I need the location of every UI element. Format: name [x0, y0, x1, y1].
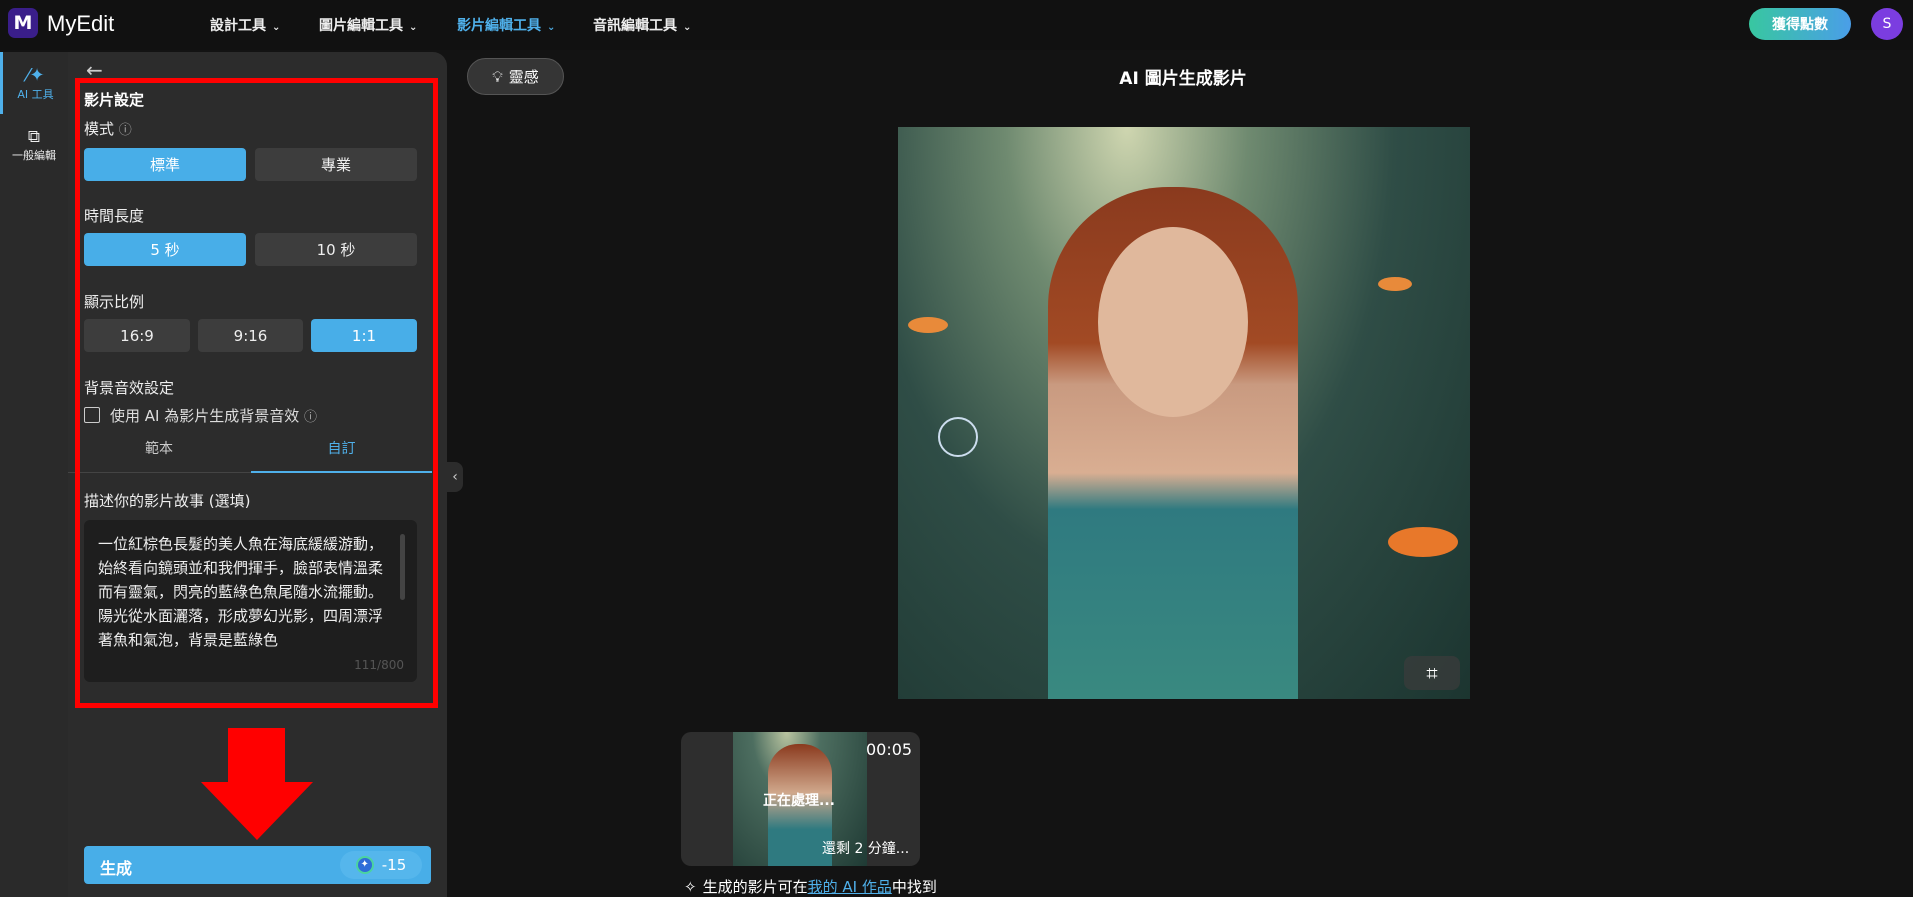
my-ai-works-link[interactable]: 我的 AI 作品 [808, 878, 892, 896]
footer-prefix: 生成的影片可在 [702, 878, 808, 896]
cost-badge: ✦ -15 [340, 851, 422, 879]
layers-icon: ⧉ [27, 127, 41, 147]
nav-label: 音訊編輯工具 [593, 18, 677, 34]
rail-label: AI 工具 [17, 87, 54, 101]
nav-photo-tools[interactable]: 圖片編輯工具 ⌄ [319, 15, 417, 35]
nav-label: 圖片編輯工具 [319, 18, 403, 34]
generate-label: 生成 [100, 859, 133, 878]
fish [908, 317, 948, 333]
nav-label: 設計工具 [210, 18, 266, 34]
job-remaining: 還剩 2 分鐘... [822, 841, 910, 857]
generate-button[interactable]: 生成 ✦ -15 [84, 846, 431, 884]
chevron-down-icon: ⌄ [683, 22, 692, 33]
nav-audio-tools[interactable]: 音訊編輯工具 ⌄ [593, 15, 691, 35]
avatar[interactable]: S [1871, 8, 1903, 40]
fish [1378, 277, 1412, 291]
footer-suffix: 中找到 [891, 878, 937, 896]
video-job-card[interactable]: 00:05 正在處理... 還剩 2 分鐘... [681, 732, 920, 866]
top-bar [0, 0, 1913, 50]
sparkle-icon: ✧ [684, 878, 697, 896]
rail-label: 一般編輯 [12, 149, 56, 162]
cost-value: -15 [381, 856, 407, 874]
myedit-logo[interactable]: M [8, 8, 38, 38]
job-status: 正在處理... [763, 793, 835, 809]
subject-face [1098, 227, 1248, 417]
source-image [898, 127, 1470, 699]
rail-item-general-edit[interactable]: ⧉ 一般編輯 [0, 114, 68, 176]
inspiration-label: 靈感 [508, 68, 539, 86]
chevron-down-icon: ⌄ [409, 22, 418, 33]
bubble [938, 417, 978, 457]
chevron-down-icon: ⌄ [272, 22, 281, 33]
brand-name[interactable]: MyEdit [47, 11, 114, 37]
footer-note: ✧ 生成的影片可在我的 AI 作品中找到 [684, 876, 937, 897]
annotation-highlight-box [75, 78, 438, 708]
chevron-down-icon: ⌄ [547, 22, 556, 33]
magic-wand-icon: ⁄✦ [26, 64, 45, 86]
inspiration-button[interactable]: 💡︎ 靈感 [467, 58, 564, 95]
collapse-panel-button[interactable]: ‹ [447, 462, 463, 492]
crop-icon[interactable]: ⌗ [1404, 656, 1460, 690]
fish [1388, 527, 1458, 557]
get-points-button[interactable]: 獲得點數 [1749, 8, 1851, 40]
job-duration: 00:05 [866, 740, 913, 759]
lightbulb-icon: 💡︎ [492, 67, 503, 86]
nav-video-tools[interactable]: 影片編輯工具 ⌄ [457, 15, 555, 35]
page-title: AI 圖片生成影片 [1119, 69, 1247, 89]
nav-design-tools[interactable]: 設計工具 ⌄ [210, 15, 280, 35]
credit-icon: ✦ [355, 856, 374, 874]
annotation-down-arrow-icon [201, 728, 313, 840]
tool-rail [0, 52, 68, 897]
nav-label: 影片編輯工具 [457, 18, 541, 34]
rail-item-ai-tools[interactable]: ⁄✦ AI 工具 [0, 52, 68, 114]
